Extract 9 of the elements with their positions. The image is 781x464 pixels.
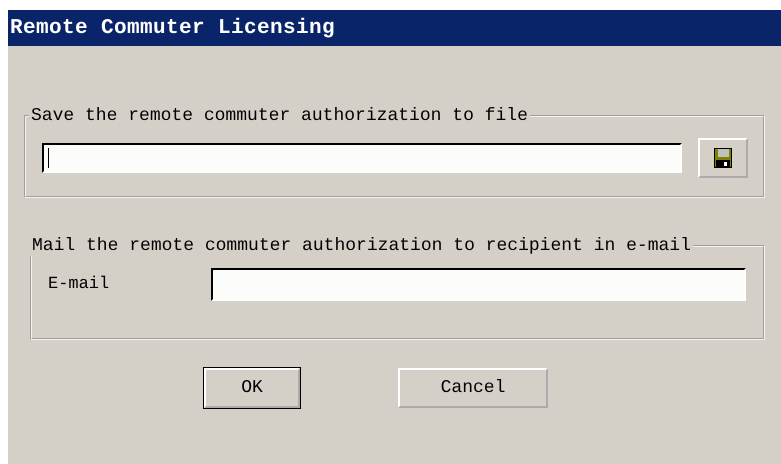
email-field[interactable] xyxy=(211,268,746,301)
ok-button[interactable]: OK xyxy=(204,368,300,408)
email-label: E-mail xyxy=(48,275,110,294)
file-path-field[interactable] xyxy=(42,143,682,173)
cancel-button[interactable]: Cancel xyxy=(398,368,548,408)
save-button[interactable] xyxy=(698,138,748,178)
group-label: Mail the remote commuter authorization to recipient in e-mail xyxy=(31,236,692,256)
group-label: Save the remote commuter authorization to file xyxy=(30,106,529,126)
window-title: Remote Commuter Licensing xyxy=(10,16,336,40)
